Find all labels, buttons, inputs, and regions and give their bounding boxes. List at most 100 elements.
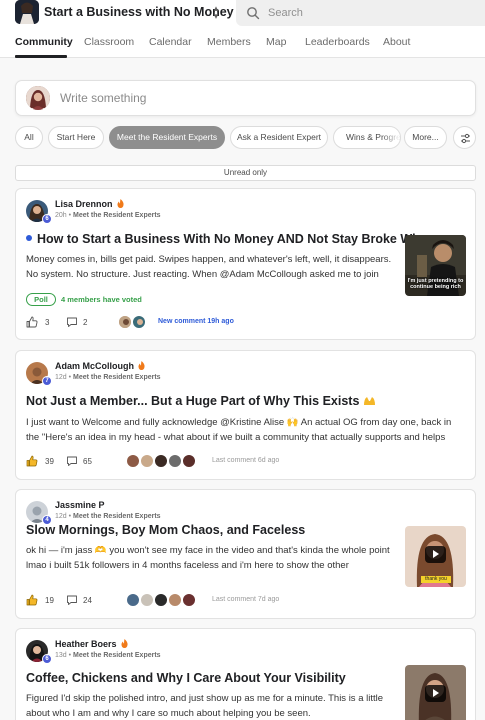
author-name[interactable]: Adam McCollough [55, 361, 145, 371]
post-thumbnail[interactable]: thank you [405, 526, 466, 587]
post-title-text: Not Just a Member... But a Huge Part of … [26, 394, 360, 408]
commenter-avatar[interactable] [132, 315, 146, 329]
post-meta: 12d • Meet the Resident Experts [55, 374, 161, 381]
commenter-avatar[interactable] [140, 593, 154, 607]
fire-icon [138, 361, 145, 370]
post-title[interactable]: How to Start a Business With No Money AN… [26, 232, 430, 246]
like-count: 19 [45, 596, 54, 605]
commenter-avatar[interactable] [126, 454, 140, 468]
commenter-avatar[interactable] [182, 454, 196, 468]
post-thumbnail[interactable]: I'm just pretending to continue being ri… [405, 235, 466, 296]
filter-chip-start-here[interactable]: Start Here [48, 126, 104, 149]
filter-settings-button[interactable] [453, 126, 476, 149]
post-thumbnail[interactable] [405, 665, 466, 720]
post-title[interactable]: Slow Mornings, Boy Mom Chaos, and Facele… [26, 523, 305, 537]
active-tab-indicator [15, 55, 67, 58]
poll-tag[interactable]: Poll [26, 293, 56, 306]
search-input[interactable] [268, 4, 468, 22]
fire-icon [116, 199, 124, 208]
post-category[interactable]: Meet the Resident Experts [73, 374, 161, 381]
post-time: 12d [55, 513, 67, 520]
unread-dot [26, 235, 32, 241]
tab-about[interactable]: About [383, 36, 410, 48]
post-preview-line: Money comes in, bills get paid. Swipes h… [26, 254, 392, 265]
filter-chip-more[interactable]: More... [404, 126, 447, 149]
post-preview-line: the "Here's an idea in my head - what ab… [26, 432, 446, 443]
author-name-text: Heather Boers [55, 639, 117, 649]
post-meta: 12d • Meet the Resident Experts [55, 513, 161, 520]
tab-community[interactable]: Community [15, 36, 73, 48]
commenter-avatar[interactable] [154, 454, 168, 468]
author-name[interactable]: Heather Boers [55, 639, 128, 649]
comment-icon[interactable] [66, 455, 78, 467]
thumbs-up-icon[interactable] [26, 316, 38, 328]
post-preview-line: Figured I'd skip the polished intro, and… [26, 693, 384, 704]
thumbs-up-filled-icon[interactable] [26, 455, 38, 467]
post-card[interactable]: 6 Lisa Drennon 20h • Meet the Resident E… [15, 188, 476, 340]
main-nav-tabs: Community Classroom Calendar Members Map… [0, 28, 485, 58]
search-bar[interactable] [236, 0, 485, 26]
post-time: 20h [55, 212, 67, 219]
level-badge: 6 [42, 214, 52, 224]
chip-fade [382, 127, 400, 148]
post-preview: ok hi — i'm jass 🫶 you won't see my face… [26, 543, 401, 573]
raising-hands-icon [363, 397, 375, 405]
thumbnail-caption: I'm just pretending to continue being ri… [407, 278, 464, 290]
post-title[interactable]: Coffee, Chickens and Why I Care About Yo… [26, 671, 346, 685]
tab-classroom[interactable]: Classroom [84, 36, 134, 48]
author-name[interactable]: Jassmine P [55, 500, 105, 510]
post-stats: 3 2 New comment 19h ago [26, 315, 466, 331]
community-title[interactable]: Start a Business with No Money [44, 5, 234, 19]
commenter-avatar[interactable] [140, 454, 154, 468]
thumbs-up-filled-icon[interactable] [26, 594, 38, 606]
author-name-text: Jassmine P [55, 500, 105, 510]
level-badge: 6 [42, 654, 52, 664]
post-preview-line: ok hi — i'm jass 🫶 you won't see my face… [26, 545, 390, 556]
commenter-avatar[interactable] [118, 315, 132, 329]
post-category[interactable]: Meet the Resident Experts [73, 212, 161, 219]
comment-icon[interactable] [66, 316, 78, 328]
comment-icon[interactable] [66, 594, 78, 606]
filter-chip-ask-a-resident-expert[interactable]: Ask a Resident Expert [230, 126, 328, 149]
post-card[interactable]: 7 Adam McCollough 12d • Meet the Residen… [15, 350, 476, 480]
like-count: 39 [45, 457, 54, 466]
post-preview: Money comes in, bills get paid. Swipes h… [26, 252, 406, 282]
community-logo[interactable] [15, 0, 39, 24]
post-category[interactable]: Meet the Resident Experts [73, 652, 161, 659]
filter-chip-all[interactable]: All [15, 126, 43, 149]
write-something-composer[interactable]: Write something [15, 80, 476, 116]
last-activity: Last comment 7d ago [212, 596, 280, 603]
author-name[interactable]: Lisa Drennon [55, 199, 124, 209]
post-preview-line: lmao i built 51k followers in 4 months f… [26, 560, 349, 571]
post-title[interactable]: Not Just a Member... But a Huge Part of … [26, 394, 376, 408]
chevron-up-down-icon[interactable]: ▴ ▾ [210, 4, 222, 21]
tab-leaderboards[interactable]: Leaderboards [305, 36, 370, 48]
filter-chip-meet-the-resident-experts[interactable]: Meet the Resident Experts [109, 126, 225, 149]
post-card[interactable]: 4 Jassmine P 12d • Meet the Resident Exp… [15, 489, 476, 619]
play-icon [425, 546, 446, 563]
comment-count: 24 [83, 596, 92, 605]
post-time: 12d [55, 374, 67, 381]
unread-only-filter[interactable]: Unread only [15, 165, 476, 181]
like-count: 3 [45, 318, 50, 327]
commenter-avatar[interactable] [154, 593, 168, 607]
tab-map[interactable]: Map [266, 36, 286, 48]
commenter-avatar[interactable] [182, 593, 196, 607]
tab-calendar[interactable]: Calendar [149, 36, 192, 48]
filter-chip-wins-progress[interactable]: Wins & Progre [333, 126, 401, 149]
commenter-avatar[interactable] [168, 454, 182, 468]
post-preview: I just want to Welcome and fully acknowl… [26, 415, 471, 445]
comment-count: 2 [83, 318, 88, 327]
commenter-avatar[interactable] [126, 593, 140, 607]
author-name-text: Adam McCollough [55, 361, 134, 371]
post-preview: Figured I'd skip the polished intro, and… [26, 691, 401, 720]
post-card[interactable]: 6 Heather Boers 13d • Meet the Resident … [15, 628, 476, 720]
comment-count: 65 [83, 457, 92, 466]
commenter-avatar[interactable] [168, 593, 182, 607]
post-preview-line: I just want to Welcome and fully acknowl… [26, 417, 452, 428]
post-preview-line: about who I am and why I care so much ab… [26, 708, 311, 719]
tab-members[interactable]: Members [207, 36, 251, 48]
post-category[interactable]: Meet the Resident Experts [73, 513, 161, 520]
play-icon [425, 685, 446, 702]
top-header: Start a Business with No Money ▴ ▾ [0, 0, 485, 28]
